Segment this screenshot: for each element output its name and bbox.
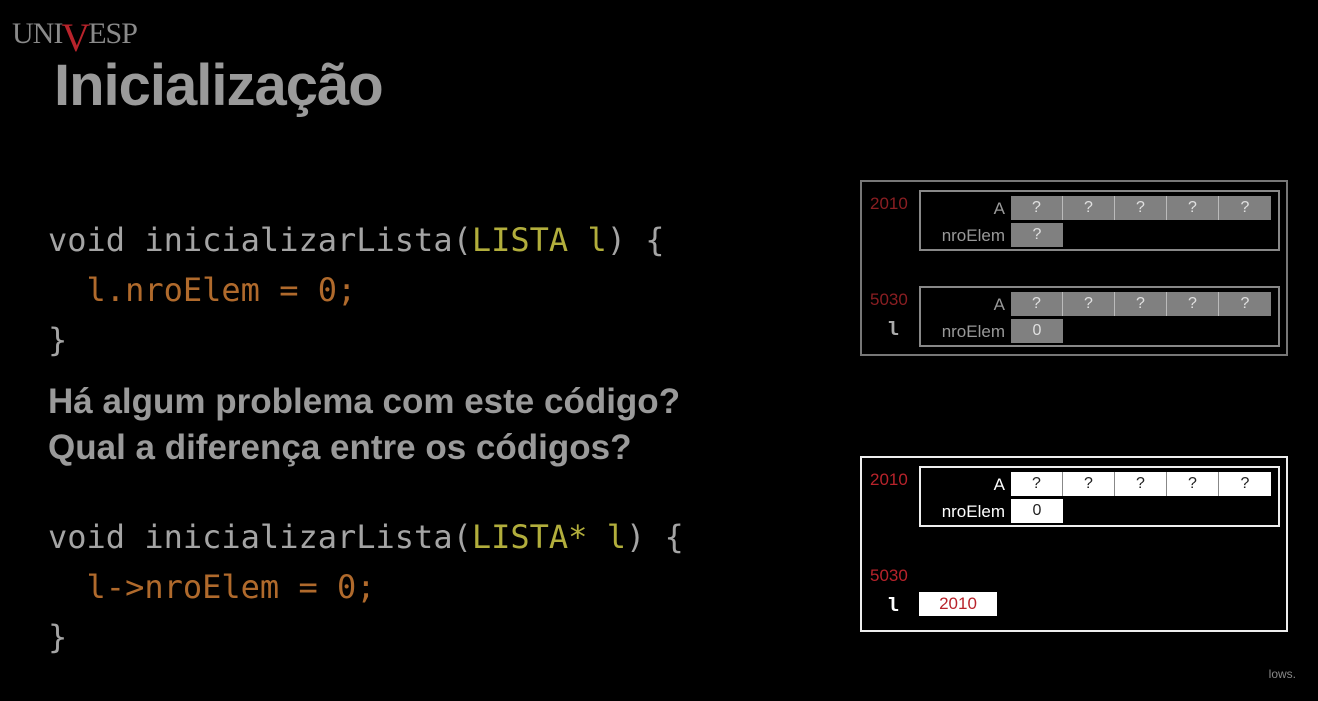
array-cell: ? [1167, 292, 1219, 316]
array-cell: ? [1011, 196, 1063, 220]
struct-lista-original: A ? ? ? ? ? nroElem ? [919, 190, 1280, 251]
value-cell: ? [1011, 223, 1063, 247]
nroelem-cell: ? [1011, 223, 1063, 247]
value-cell: 0 [1011, 499, 1063, 523]
array-cell: ? [1011, 292, 1063, 316]
field-label: A [993, 475, 1005, 494]
array-cell: ? [1167, 472, 1219, 496]
array-cells: ? ? ? ? ? [1011, 292, 1271, 316]
array-cell: ? [1115, 472, 1167, 496]
value-cell: 0 [1011, 319, 1063, 343]
memory-diagram-value: 2010 A ? ? ? ? ? nroElem ? 5030 l A ? ? … [860, 180, 1288, 356]
code-line: } [48, 618, 68, 656]
field-label: A [993, 295, 1005, 314]
code-line: l->nroElem = 0; [48, 568, 376, 606]
array-cell: ? [1219, 472, 1271, 496]
univesp-logo: UNIVESP [12, 15, 138, 60]
nroelem-cell: 0 [1011, 499, 1063, 523]
code-line: } [48, 321, 68, 359]
struct-lista-copy: A ? ? ? ? ? nroElem 0 [919, 286, 1280, 347]
memory-diagram-pointer: 2010 A ? ? ? ? ? nroElem 0 5030 l 2010 [860, 456, 1288, 632]
variable-name: l [888, 594, 900, 616]
array-cell: ? [1063, 292, 1115, 316]
nroelem-cell: 0 [1011, 319, 1063, 343]
memory-address: 5030 [870, 566, 908, 585]
field-label: nroElem [941, 502, 1005, 521]
variable-name: l [888, 318, 900, 340]
field-label: nroElem [941, 226, 1005, 245]
question-text: Há algum problema com este código? [48, 382, 681, 421]
array-cell: ? [1063, 196, 1115, 220]
array-cell: ? [1219, 196, 1271, 220]
watermark-text: lows. [1268, 667, 1296, 681]
memory-address: 2010 [870, 194, 908, 213]
field-label: nroElem [941, 322, 1005, 341]
field-label: A [993, 199, 1005, 218]
pointer-value-box: 2010 [919, 592, 997, 616]
memory-address: 2010 [870, 470, 908, 489]
code-line: void inicializarLista(LISTA* l) { [48, 518, 684, 556]
memory-address: 5030 [870, 290, 908, 309]
slide-title: Inicialização [54, 53, 384, 118]
code-line: void inicializarLista(LISTA l) { [48, 221, 665, 259]
code-line: l.nroElem = 0; [48, 271, 357, 309]
array-cell: ? [1219, 292, 1271, 316]
question-text: Qual a diferença entre os códigos? [48, 428, 632, 467]
array-cell: ? [1115, 196, 1167, 220]
code-block-value-param: void inicializarLista(LISTA l) { l.nroEl… [48, 215, 665, 365]
array-cells: ? ? ? ? ? [1011, 196, 1271, 220]
array-cell: ? [1115, 292, 1167, 316]
array-cells: ? ? ? ? ? [1011, 472, 1271, 496]
struct-lista: A ? ? ? ? ? nroElem 0 [919, 466, 1280, 527]
array-cell: ? [1167, 196, 1219, 220]
code-block-pointer-param: void inicializarLista(LISTA* l) { l->nro… [48, 512, 684, 662]
array-cell: ? [1063, 472, 1115, 496]
array-cell: ? [1011, 472, 1063, 496]
